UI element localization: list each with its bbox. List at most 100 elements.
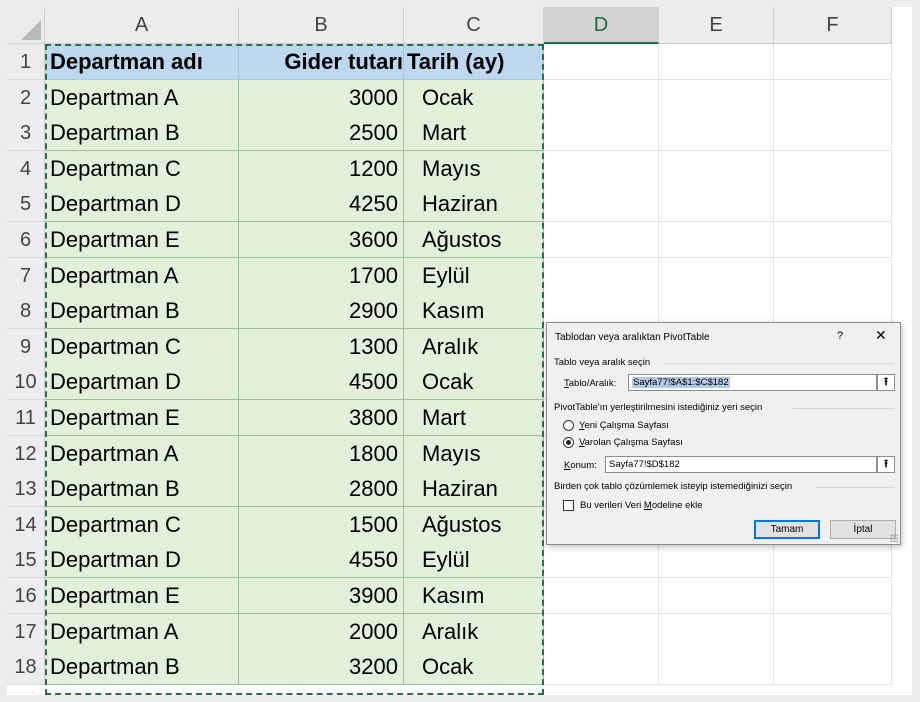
month-cell[interactable]: Haziran (404, 186, 544, 223)
row-header-3[interactable]: 3 (7, 115, 45, 152)
header-cell-department-cell[interactable]: Departman adı (45, 44, 239, 80)
amount-cell[interactable]: 2800 (239, 471, 404, 508)
cancel-button[interactable]: İptal (830, 520, 896, 539)
empty-cell[interactable] (544, 542, 659, 579)
amount-cell[interactable]: 1500 (239, 506, 404, 543)
row-header-11[interactable]: 11 (7, 400, 45, 436)
department-cell[interactable]: Departman A (45, 79, 239, 116)
amount-cell[interactable]: 2500 (239, 115, 404, 152)
month-cell[interactable]: Ocak (404, 79, 544, 116)
empty-cell[interactable] (659, 150, 774, 187)
row-header-17[interactable]: 17 (7, 613, 45, 650)
amount-cell[interactable]: 1200 (239, 150, 404, 187)
range-input[interactable]: Sayfa77!$A$1:$C$182 (628, 374, 877, 391)
row-header-18[interactable]: 18 (7, 649, 45, 686)
empty-cell[interactable] (659, 44, 774, 80)
amount-cell[interactable]: 4500 (239, 364, 404, 401)
resize-grip-icon[interactable] (890, 534, 898, 542)
row-header-10[interactable]: 10 (7, 364, 45, 401)
close-button[interactable]: ✕ (875, 328, 887, 342)
empty-cell[interactable] (659, 613, 774, 650)
empty-cell[interactable] (774, 613, 892, 650)
amount-cell[interactable]: 1800 (239, 435, 404, 472)
row-header-7[interactable]: 7 (7, 257, 45, 294)
row-header-4[interactable]: 4 (7, 150, 45, 187)
department-cell[interactable]: Departman A (45, 257, 239, 294)
empty-cell[interactable] (774, 150, 892, 187)
month-cell[interactable]: Kasım (404, 293, 544, 330)
amount-cell[interactable]: 4550 (239, 542, 404, 579)
column-header-c[interactable]: C (404, 7, 544, 44)
amount-cell[interactable]: 3800 (239, 400, 404, 436)
empty-cell[interactable] (544, 44, 659, 80)
department-cell[interactable]: Departman E (45, 400, 239, 436)
empty-cell[interactable] (659, 222, 774, 258)
month-cell[interactable]: Mart (404, 400, 544, 436)
empty-cell[interactable] (774, 542, 892, 579)
empty-cell[interactable] (774, 44, 892, 80)
empty-cell[interactable] (774, 186, 892, 223)
column-header-f[interactable]: F (774, 7, 892, 44)
month-cell[interactable]: Mart (404, 115, 544, 152)
empty-cell[interactable] (774, 222, 892, 258)
header-cell-month-cell[interactable]: Tarih (ay) (404, 44, 544, 80)
empty-cell[interactable] (774, 115, 892, 152)
column-header-b[interactable]: B (239, 7, 404, 44)
department-cell[interactable]: Departman D (45, 186, 239, 223)
empty-cell[interactable] (774, 79, 892, 116)
month-cell[interactable]: Ocak (404, 364, 544, 401)
empty-cell[interactable] (544, 79, 659, 116)
department-cell[interactable]: Departman B (45, 115, 239, 152)
month-cell[interactable]: Eylül (404, 542, 544, 579)
empty-cell[interactable] (774, 649, 892, 686)
department-cell[interactable]: Departman D (45, 364, 239, 401)
department-cell[interactable]: Departman E (45, 222, 239, 258)
column-header-e[interactable]: E (659, 7, 774, 44)
row-header-5[interactable]: 5 (7, 186, 45, 223)
department-cell[interactable]: Departman B (45, 471, 239, 508)
month-cell[interactable]: Ağustos (404, 506, 544, 543)
existing-sheet-radio[interactable] (563, 437, 574, 448)
row-header-8[interactable]: 8 (7, 293, 45, 330)
empty-cell[interactable] (544, 257, 659, 294)
column-header-d[interactable]: D (544, 7, 659, 44)
empty-cell[interactable] (774, 578, 892, 614)
amount-cell[interactable]: 2000 (239, 613, 404, 650)
empty-cell[interactable] (659, 115, 774, 152)
month-cell[interactable]: Aralık (404, 328, 544, 365)
department-cell[interactable]: Departman C (45, 328, 239, 365)
month-cell[interactable]: Eylül (404, 257, 544, 294)
help-button[interactable]: ? (837, 330, 843, 342)
department-cell[interactable]: Departman E (45, 578, 239, 614)
row-header-16[interactable]: 16 (7, 578, 45, 614)
department-cell[interactable]: Departman A (45, 435, 239, 472)
column-header-a[interactable]: A (45, 7, 239, 44)
range-collapse-button[interactable]: ⭱ (877, 374, 895, 391)
department-cell[interactable]: Departman B (45, 649, 239, 686)
amount-cell[interactable]: 2900 (239, 293, 404, 330)
amount-cell[interactable]: 1300 (239, 328, 404, 365)
empty-cell[interactable] (544, 115, 659, 152)
month-cell[interactable]: Mayıs (404, 435, 544, 472)
month-cell[interactable]: Ağustos (404, 222, 544, 258)
empty-cell[interactable] (544, 150, 659, 187)
empty-cell[interactable] (544, 186, 659, 223)
month-cell[interactable]: Kasım (404, 578, 544, 614)
amount-cell[interactable]: 3900 (239, 578, 404, 614)
empty-cell[interactable] (659, 79, 774, 116)
empty-cell[interactable] (544, 613, 659, 650)
empty-cell[interactable] (544, 222, 659, 258)
location-collapse-button[interactable]: ⭱ (877, 456, 895, 473)
empty-cell[interactable] (659, 578, 774, 614)
empty-cell[interactable] (544, 649, 659, 686)
amount-cell[interactable]: 3000 (239, 79, 404, 116)
amount-cell[interactable]: 3200 (239, 649, 404, 686)
empty-cell[interactable] (774, 257, 892, 294)
row-header-14[interactable]: 14 (7, 506, 45, 543)
row-header-15[interactable]: 15 (7, 542, 45, 579)
location-input[interactable]: Sayfa77!$D$182 (605, 456, 877, 473)
ok-button[interactable]: Tamam (754, 520, 820, 539)
amount-cell[interactable]: 4250 (239, 186, 404, 223)
amount-cell[interactable]: 3600 (239, 222, 404, 258)
row-header-6[interactable]: 6 (7, 222, 45, 258)
